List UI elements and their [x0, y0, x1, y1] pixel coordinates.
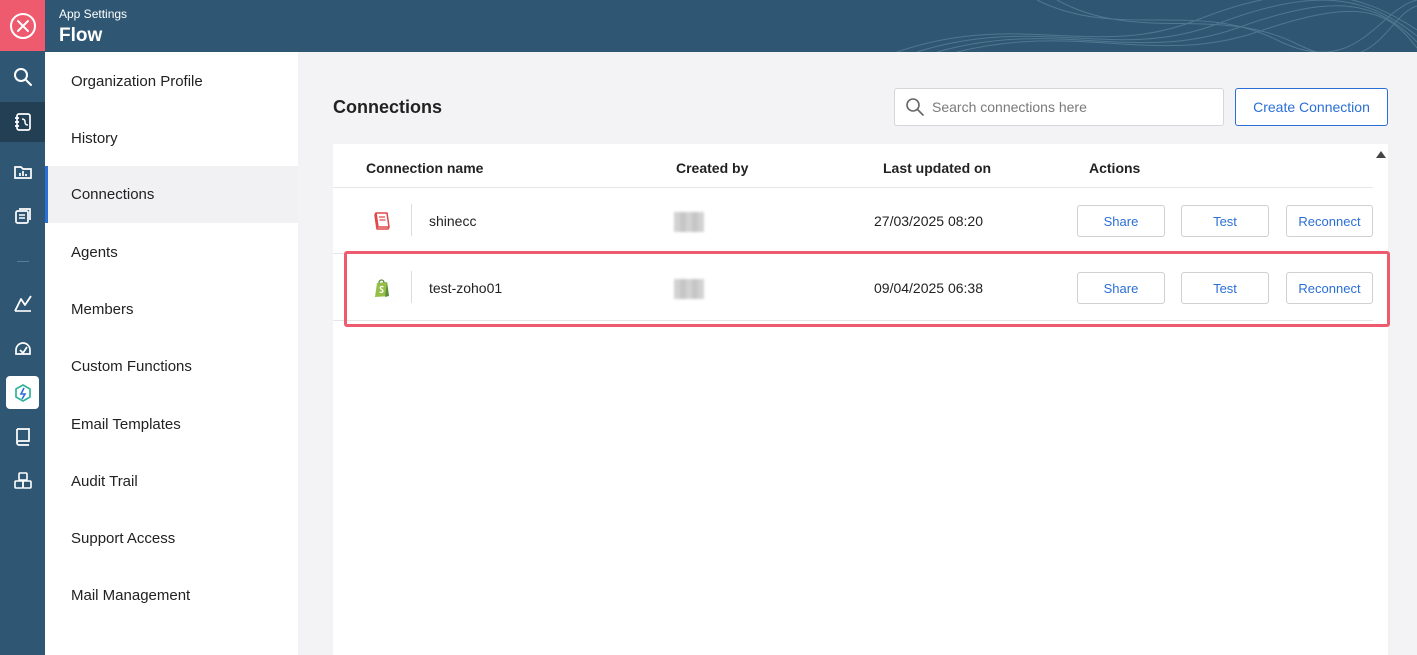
reconnect-button[interactable]: Reconnect — [1286, 272, 1373, 304]
column-header-last-updated[interactable]: Last updated on — [883, 160, 991, 176]
menu-item-audit-trail[interactable]: Audit Trail — [45, 453, 298, 510]
workflow-icon[interactable] — [0, 102, 45, 142]
close-button[interactable] — [0, 0, 45, 51]
test-button[interactable]: Test — [1181, 205, 1269, 237]
menu-item-members[interactable]: Members — [45, 281, 298, 338]
menu-item-connections[interactable]: Connections — [45, 166, 298, 223]
test-button[interactable]: Test — [1181, 272, 1269, 304]
menu-item-history[interactable]: History — [45, 110, 298, 167]
connection-name: test-zoho01 — [429, 280, 503, 296]
reconnect-button[interactable]: Reconnect — [1286, 205, 1373, 237]
last-updated: 27/03/2025 08:20 — [874, 213, 983, 229]
cubes-icon[interactable] — [0, 461, 45, 501]
search-box — [894, 88, 1224, 126]
creator-avatar — [674, 279, 704, 299]
connections-table: Connection name Created by Last updated … — [333, 144, 1388, 655]
column-header-created-by[interactable]: Created by — [676, 160, 748, 176]
app-rail — [0, 0, 45, 655]
creator-avatar — [674, 212, 704, 232]
search-input[interactable] — [932, 99, 1212, 115]
shopify-icon — [375, 279, 389, 297]
table-row: shinecc 27/03/2025 08:20 Share Test Reco… — [333, 188, 1373, 254]
row-divider — [333, 320, 1373, 321]
rail-separator — [17, 261, 29, 262]
book-app-icon — [374, 212, 390, 230]
connection-name: shinecc — [429, 213, 477, 229]
last-updated: 09/04/2025 06:38 — [874, 280, 983, 296]
column-header-actions: Actions — [1089, 160, 1141, 176]
row-divider — [333, 253, 1373, 254]
share-button[interactable]: Share — [1077, 205, 1165, 237]
gauge-icon[interactable] — [0, 328, 45, 368]
header-title: Flow — [59, 25, 103, 46]
search-icon — [906, 98, 924, 116]
flow-icon[interactable] — [6, 376, 39, 409]
search-icon[interactable] — [0, 57, 45, 97]
chart-icon[interactable] — [0, 283, 45, 323]
page-title: Connections — [333, 97, 443, 117]
menu-item-agents[interactable]: Agents — [45, 224, 298, 281]
menu-item-mail-management[interactable]: Mail Management — [45, 567, 298, 624]
menu-item-support-access[interactable]: Support Access — [45, 510, 298, 567]
close-icon — [9, 12, 36, 39]
cell-divider — [411, 204, 412, 236]
create-connection-button[interactable]: Create Connection — [1235, 88, 1388, 126]
table-row: test-zoho01 09/04/2025 06:38 Share Test … — [333, 255, 1373, 321]
column-header-connection-name[interactable]: Connection name — [366, 160, 483, 176]
settings-menu: Organization Profile History Connections… — [45, 52, 298, 655]
folder-chart-icon[interactable] — [0, 152, 45, 192]
book-icon[interactable] — [0, 416, 45, 456]
scroll-up-arrow-icon[interactable] — [1376, 151, 1386, 158]
layers-icon[interactable] — [0, 196, 45, 236]
share-button[interactable]: Share — [1077, 272, 1165, 304]
menu-item-custom-functions[interactable]: Custom Functions — [45, 338, 298, 395]
app-header: App Settings Flow — [45, 0, 1417, 52]
header-subtitle: App Settings — [59, 7, 128, 21]
header-decoration — [897, 0, 1417, 52]
cell-divider — [411, 271, 412, 303]
menu-item-organization-profile[interactable]: Organization Profile — [45, 53, 298, 110]
menu-item-email-templates[interactable]: Email Templates — [45, 396, 298, 453]
